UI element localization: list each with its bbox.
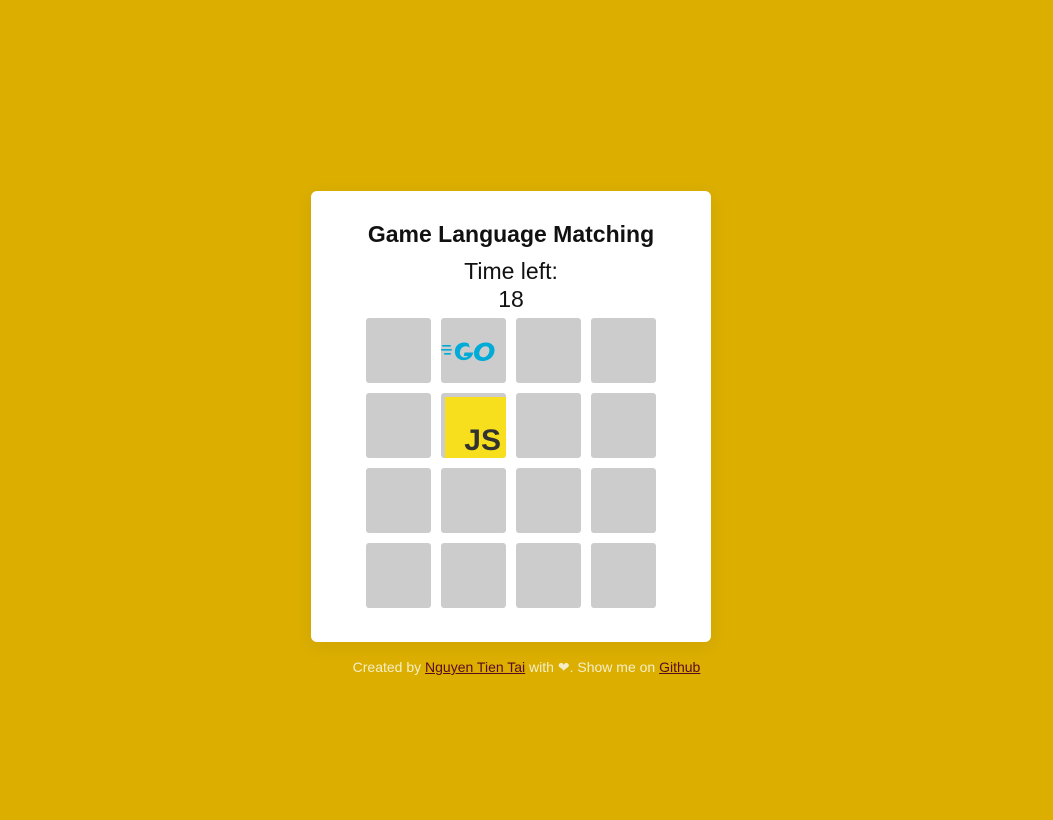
memory-tile[interactable] [591, 468, 656, 533]
memory-tile[interactable] [591, 318, 656, 383]
memory-tile[interactable] [591, 393, 656, 458]
game-panel: Game Language Matching Time left: 18 JS [311, 191, 711, 642]
svg-text:JS: JS [464, 424, 501, 457]
memory-tile[interactable] [441, 543, 506, 608]
js-logo-icon: JS [445, 397, 506, 458]
memory-tile[interactable] [516, 543, 581, 608]
footer-middle: with [525, 659, 558, 675]
footer-middle2: . Show me on [569, 659, 660, 675]
author-link[interactable]: Nguyen Tien Tai [425, 659, 525, 675]
memory-tile[interactable] [366, 543, 431, 608]
memory-tile[interactable] [516, 318, 581, 383]
heart-icon: ❤ [557, 659, 570, 675]
memory-tile[interactable] [441, 468, 506, 533]
js-logo-text: JS [464, 424, 501, 457]
memory-tile-go[interactable] [441, 318, 506, 383]
memory-tile[interactable] [516, 393, 581, 458]
footer: Created by Nguyen Tien Tai with ❤. Show … [0, 658, 1053, 676]
timer-value: 18 [498, 286, 524, 312]
tile-grid: JS [366, 318, 656, 608]
memory-tile[interactable] [591, 543, 656, 608]
memory-tile-js[interactable]: JS [441, 393, 506, 458]
go-logo-icon [441, 342, 495, 361]
memory-tile[interactable] [516, 468, 581, 533]
memory-tile[interactable] [366, 468, 431, 533]
footer-prefix: Created by [352, 659, 426, 675]
github-link[interactable]: Github [659, 659, 700, 675]
memory-tile[interactable] [366, 318, 431, 383]
memory-tile[interactable] [366, 393, 431, 458]
game-title: Game Language Matching [367, 221, 655, 247]
timer-label: Time left: [464, 258, 558, 284]
